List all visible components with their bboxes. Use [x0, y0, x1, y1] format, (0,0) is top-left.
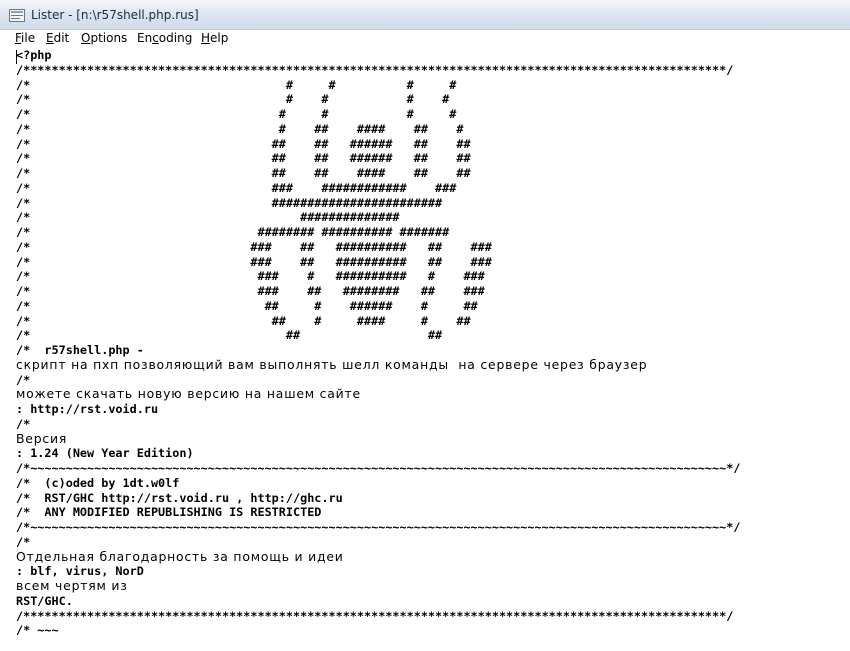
text-line: можете скачать новую версию на нашем сай… [16, 387, 361, 402]
text-line: /* # # # # [16, 92, 450, 107]
text-line: /* r57shell.php - [16, 343, 144, 357]
text-line: /* [16, 534, 31, 549]
text-lines: <?php/**********************************… [16, 48, 850, 638]
text-line: /* # ## #### ## # [16, 121, 464, 136]
menu-options[interactable]: Options [81, 31, 127, 45]
text-line: /*~~~~~~~~~~~~~~~~~~~~~~~~~~~~~~~~~~~~~~… [16, 520, 741, 534]
text-line: : http://rst.void.ru [16, 402, 159, 416]
lister-app-icon [9, 9, 25, 22]
text-line: /* ## ## [16, 328, 443, 343]
text-line: Версия [16, 431, 68, 446]
text-line: /* RST/GHC http://rst.void.ru , http://g… [16, 490, 343, 505]
text-line: /* ~~~ [16, 623, 59, 638]
text-line: /* ## ## ###### ## ## [16, 136, 471, 151]
text-line: /* ## ## ###### ## ## [16, 151, 471, 166]
menu-edit[interactable]: Edit [46, 31, 69, 45]
file-viewer-content[interactable]: <?php/**********************************… [0, 46, 850, 651]
text-line: /* (c)oded by 1dt.w0lf [16, 475, 180, 490]
menu-bar: File Edit Options Encoding Help [0, 30, 850, 46]
menu-help[interactable]: Help [201, 31, 228, 45]
text-line: Отдельная благодарность за помощь и идеи [16, 549, 344, 564]
text-caret [16, 50, 17, 64]
text-line: /* ######################## [16, 195, 443, 210]
text-line: RST/GHC. [16, 593, 73, 608]
text-line: /* ### # ########## # ### [16, 269, 485, 284]
text-line: : 1.24 (New Year Edition) [16, 446, 194, 461]
text-line: /*~~~~~~~~~~~~~~~~~~~~~~~~~~~~~~~~~~~~~~… [16, 461, 741, 475]
text-line: /* # # # # [16, 107, 457, 121]
text-line: /* ### ############ ### [16, 180, 457, 195]
text-line: /* [16, 416, 31, 431]
text-line: /* ### ## ########## ## ### [16, 239, 492, 254]
menu-file[interactable]: File [15, 31, 35, 45]
text-line: /***************************************… [16, 608, 734, 623]
text-line: /* ## # ###### # ## [16, 298, 478, 313]
text-line: /* ### ## ######## ## ### [16, 284, 485, 298]
text-line: /***************************************… [16, 62, 734, 77]
text-line: /* ### ## ########## ## ### [16, 254, 492, 269]
text-line: /* ANY MODIFIED REPUBLISHING IS RESTRICT… [16, 505, 322, 520]
menu-encoding[interactable]: Encoding [137, 31, 192, 45]
text-line: всем чертям из [16, 579, 128, 593]
text-line: : blf, virus, NorD [16, 564, 144, 579]
title-bar[interactable]: Lister - [n:\r57shell.php.rus] [0, 0, 850, 30]
window-title: Lister - [n:\r57shell.php.rus] [31, 8, 199, 22]
text-line: скрипт на пхп позволяющий вам выполнять … [16, 357, 648, 372]
text-line: /* [16, 372, 31, 387]
text-line: <?php [16, 48, 52, 62]
text-line: /* ## # #### # ## [16, 313, 471, 328]
text-line: /* ############## [16, 210, 400, 225]
text-line: /* # # # # [16, 77, 457, 92]
text-line: /* ######## ########## ####### [16, 225, 450, 239]
text-line: /* ## ## #### ## ## [16, 166, 471, 180]
